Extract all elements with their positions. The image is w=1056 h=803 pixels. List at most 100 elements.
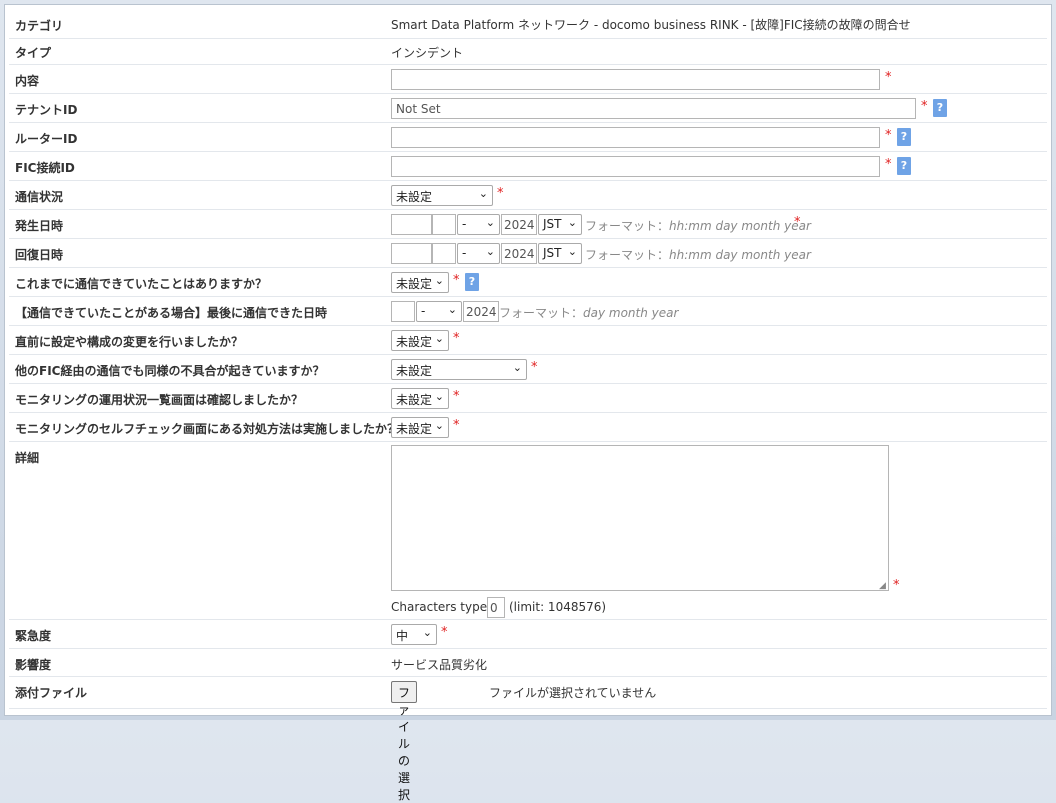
category-value: Smart Data Platform ネットワーク - docomo busi… — [391, 18, 911, 32]
format-value: hh:mm day month year — [669, 248, 811, 262]
chevron-down-icon: ⌄ — [434, 390, 444, 403]
occurred-month-select[interactable]: - ⌄ — [457, 214, 500, 235]
q-change-select[interactable]: 未設定 ⌄ — [391, 330, 449, 351]
tenant-id-input[interactable] — [391, 98, 916, 119]
recovered-year-input[interactable] — [501, 243, 537, 264]
occurred-day-input[interactable] — [432, 214, 456, 235]
details-row: 詳細 ◢ * Characters typed: (limit: 1048576… — [9, 442, 1047, 620]
required-mark: * — [441, 625, 448, 640]
q-change-label: 直前に設定や構成の変更を行いましたか？ — [15, 335, 244, 349]
occurred-time-input[interactable] — [391, 214, 432, 235]
router-id-input[interactable] — [391, 127, 880, 148]
urgency-row: 緊急度 中 ⌄ * — [9, 620, 1047, 649]
details-label: 詳細 — [15, 451, 40, 465]
chevron-down-icon: ⌄ — [485, 216, 495, 229]
chars-typed-label: Characters typed: — [391, 600, 499, 614]
format-prefix: フォーマット： — [585, 248, 670, 262]
last-comm-day-input[interactable] — [391, 301, 415, 322]
last-comm-year-input[interactable] — [463, 301, 499, 322]
impact-value: サービス品質劣化 — [391, 658, 488, 672]
q-self-check-value: 未設定 — [396, 422, 433, 436]
q-prev-comm-row: これまでに通信できていたことはありますか？ 未設定 ⌄ * ? — [9, 268, 1047, 297]
occurred-timezone-select[interactable]: JST ⌄ — [538, 214, 582, 235]
recovered-day-input[interactable] — [432, 243, 456, 264]
tenant-id-label: テナントID — [15, 103, 78, 117]
required-mark: * — [921, 99, 928, 114]
router-id-row: ルーターID * ? — [9, 123, 1047, 152]
urgency-label: 緊急度 — [15, 629, 52, 643]
comm-status-select[interactable]: 未設定 ⌄ — [391, 185, 493, 206]
category-label: カテゴリ — [15, 19, 64, 33]
help-icon[interactable]: ? — [897, 157, 911, 175]
chars-limit: (limit: 1048576) — [509, 600, 607, 614]
recovered-timezone-select[interactable]: JST ⌄ — [538, 243, 582, 264]
tenant-id-row: テナントID * ? — [9, 94, 1047, 123]
occurred-label: 発生日時 — [15, 219, 64, 233]
required-mark: * — [453, 331, 460, 346]
impact-label: 影響度 — [15, 658, 52, 672]
chevron-down-icon: ⌄ — [478, 187, 488, 200]
required-mark: * — [453, 273, 460, 288]
type-label: タイプ — [15, 46, 52, 60]
q-monitor-list-row: モニタリングの運用状況一覧画面は確認しましたか？ 未設定 ⌄ * — [9, 384, 1047, 413]
recovered-row: 回復日時 - ⌄ JST ⌄ フォーマット：hh:mm day month ye… — [9, 239, 1047, 268]
last-comm-month-value: - — [421, 304, 426, 318]
content-label: 内容 — [15, 74, 40, 88]
type-row: タイプ インシデント — [9, 39, 1047, 65]
comm-status-value: 未設定 — [396, 190, 433, 204]
recovered-time-input[interactable] — [391, 243, 432, 264]
help-icon[interactable]: ? — [897, 128, 911, 146]
last-comm-label: 【通信できていたことがある場合】最後に通信できた日時 — [15, 306, 328, 320]
last-comm-row: 【通信できていたことがある場合】最後に通信できた日時 - ⌄ フォーマット：da… — [9, 297, 1047, 326]
q-other-fic-select[interactable]: 未設定 ⌄ — [391, 359, 527, 380]
occurred-row: 発生日時 - ⌄ JST ⌄ フォーマット：hh:mm day month ye… — [9, 210, 1047, 239]
chevron-down-icon: ⌄ — [485, 245, 495, 258]
occurred-timezone-value: JST — [543, 217, 562, 231]
q-other-fic-row: 他のFIC経由の通信でも同様の不具合が起きていますか？ 未設定 ⌄ * — [9, 355, 1047, 384]
occurred-month-value: - — [462, 217, 467, 231]
details-textarea[interactable] — [391, 445, 889, 591]
fic-id-label: FIC接続ID — [15, 161, 75, 175]
format-value: hh:mm day month year — [669, 219, 811, 233]
q-self-check-row: モニタリングのセルフチェック画面にある対処方法は実施しましたか？ 未設定 ⌄ * — [9, 413, 1047, 442]
chevron-down-icon: ⌄ — [434, 419, 444, 432]
content-input[interactable] — [391, 69, 880, 90]
last-comm-month-select[interactable]: - ⌄ — [416, 301, 462, 322]
chevron-down-icon: ⌄ — [434, 274, 444, 287]
format-value: day month year — [583, 306, 679, 320]
q-prev-comm-select[interactable]: 未設定 ⌄ — [391, 272, 449, 293]
chevron-down-icon: ⌄ — [512, 361, 522, 374]
choose-file-button[interactable]: ファイルの選択 — [391, 681, 418, 802]
attachment-row: 添付ファイル ファイルの選択 ファイルが選択されていません — [9, 677, 1047, 802]
recovered-month-select[interactable]: - ⌄ — [457, 243, 500, 264]
urgency-select[interactable]: 中 ⌄ — [391, 624, 437, 645]
chevron-down-icon: ⌄ — [447, 303, 457, 316]
category-row: カテゴリ Smart Data Platform ネットワーク - docomo… — [9, 10, 1047, 39]
fic-id-row: FIC接続ID * ? — [9, 152, 1047, 181]
ticket-form: カテゴリ Smart Data Platform ネットワーク - docomo… — [4, 4, 1052, 802]
help-icon[interactable]: ? — [465, 273, 479, 291]
q-monitor-list-select[interactable]: 未設定 ⌄ — [391, 388, 449, 409]
q-self-check-select[interactable]: 未設定 ⌄ — [391, 417, 449, 438]
q-other-fic-label: 他のFIC経由の通信でも同様の不具合が起きていますか？ — [15, 364, 325, 378]
comm-status-row: 通信状況 未設定 ⌄ * — [9, 181, 1047, 210]
fic-id-input[interactable] — [391, 156, 880, 177]
help-icon[interactable]: ? — [933, 99, 947, 117]
recovered-label: 回復日時 — [15, 248, 64, 262]
required-mark: * — [885, 70, 892, 85]
format-prefix: フォーマット： — [585, 219, 670, 233]
required-mark: * — [794, 215, 801, 230]
recovered-month-value: - — [462, 246, 467, 260]
required-mark: * — [885, 128, 892, 143]
q-self-check-label: モニタリングのセルフチェック画面にある対処方法は実施しましたか？ — [15, 422, 400, 436]
chars-typed-count — [487, 597, 505, 618]
required-mark: * — [893, 578, 900, 593]
recovered-format-hint: フォーマット：hh:mm day month year — [585, 246, 811, 263]
occurred-year-input[interactable] — [501, 214, 537, 235]
q-monitor-list-label: モニタリングの運用状況一覧画面は確認しましたか？ — [15, 393, 304, 407]
chevron-down-icon: ⌄ — [567, 245, 577, 258]
format-prefix: フォーマット： — [499, 306, 584, 320]
occurred-format-hint: フォーマット：hh:mm day month year — [585, 217, 811, 234]
q-other-fic-value: 未設定 — [396, 364, 433, 378]
resize-grip-icon[interactable]: ◢ — [879, 581, 886, 591]
